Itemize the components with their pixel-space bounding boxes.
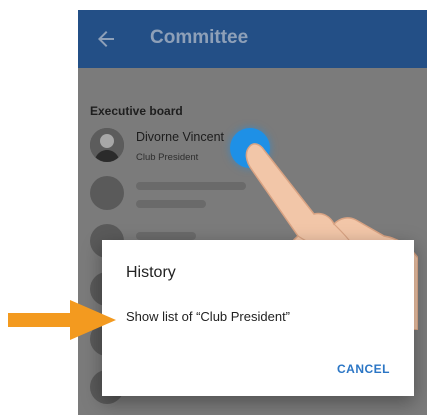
arrow-left-icon[interactable] [94, 27, 118, 51]
blurred-text [136, 182, 246, 190]
avatar [90, 128, 124, 162]
history-dialog: History Show list of “Club President” CA… [102, 240, 414, 396]
blurred-avatar [90, 176, 124, 210]
dialog-title: History [126, 264, 176, 281]
member-name[interactable]: Divorne Vincent [136, 130, 224, 144]
blurred-text [136, 232, 196, 240]
show-list-option[interactable]: Show list of “Club President” [126, 309, 290, 324]
page-title: Committee [150, 27, 249, 48]
app-bar: Committee [78, 10, 427, 68]
member-role[interactable]: Club President [136, 152, 198, 163]
section-label: Executive board [90, 104, 183, 118]
arrow-right-icon [8, 300, 116, 340]
cancel-button[interactable]: CANCEL [337, 362, 390, 376]
blurred-text [136, 200, 206, 208]
